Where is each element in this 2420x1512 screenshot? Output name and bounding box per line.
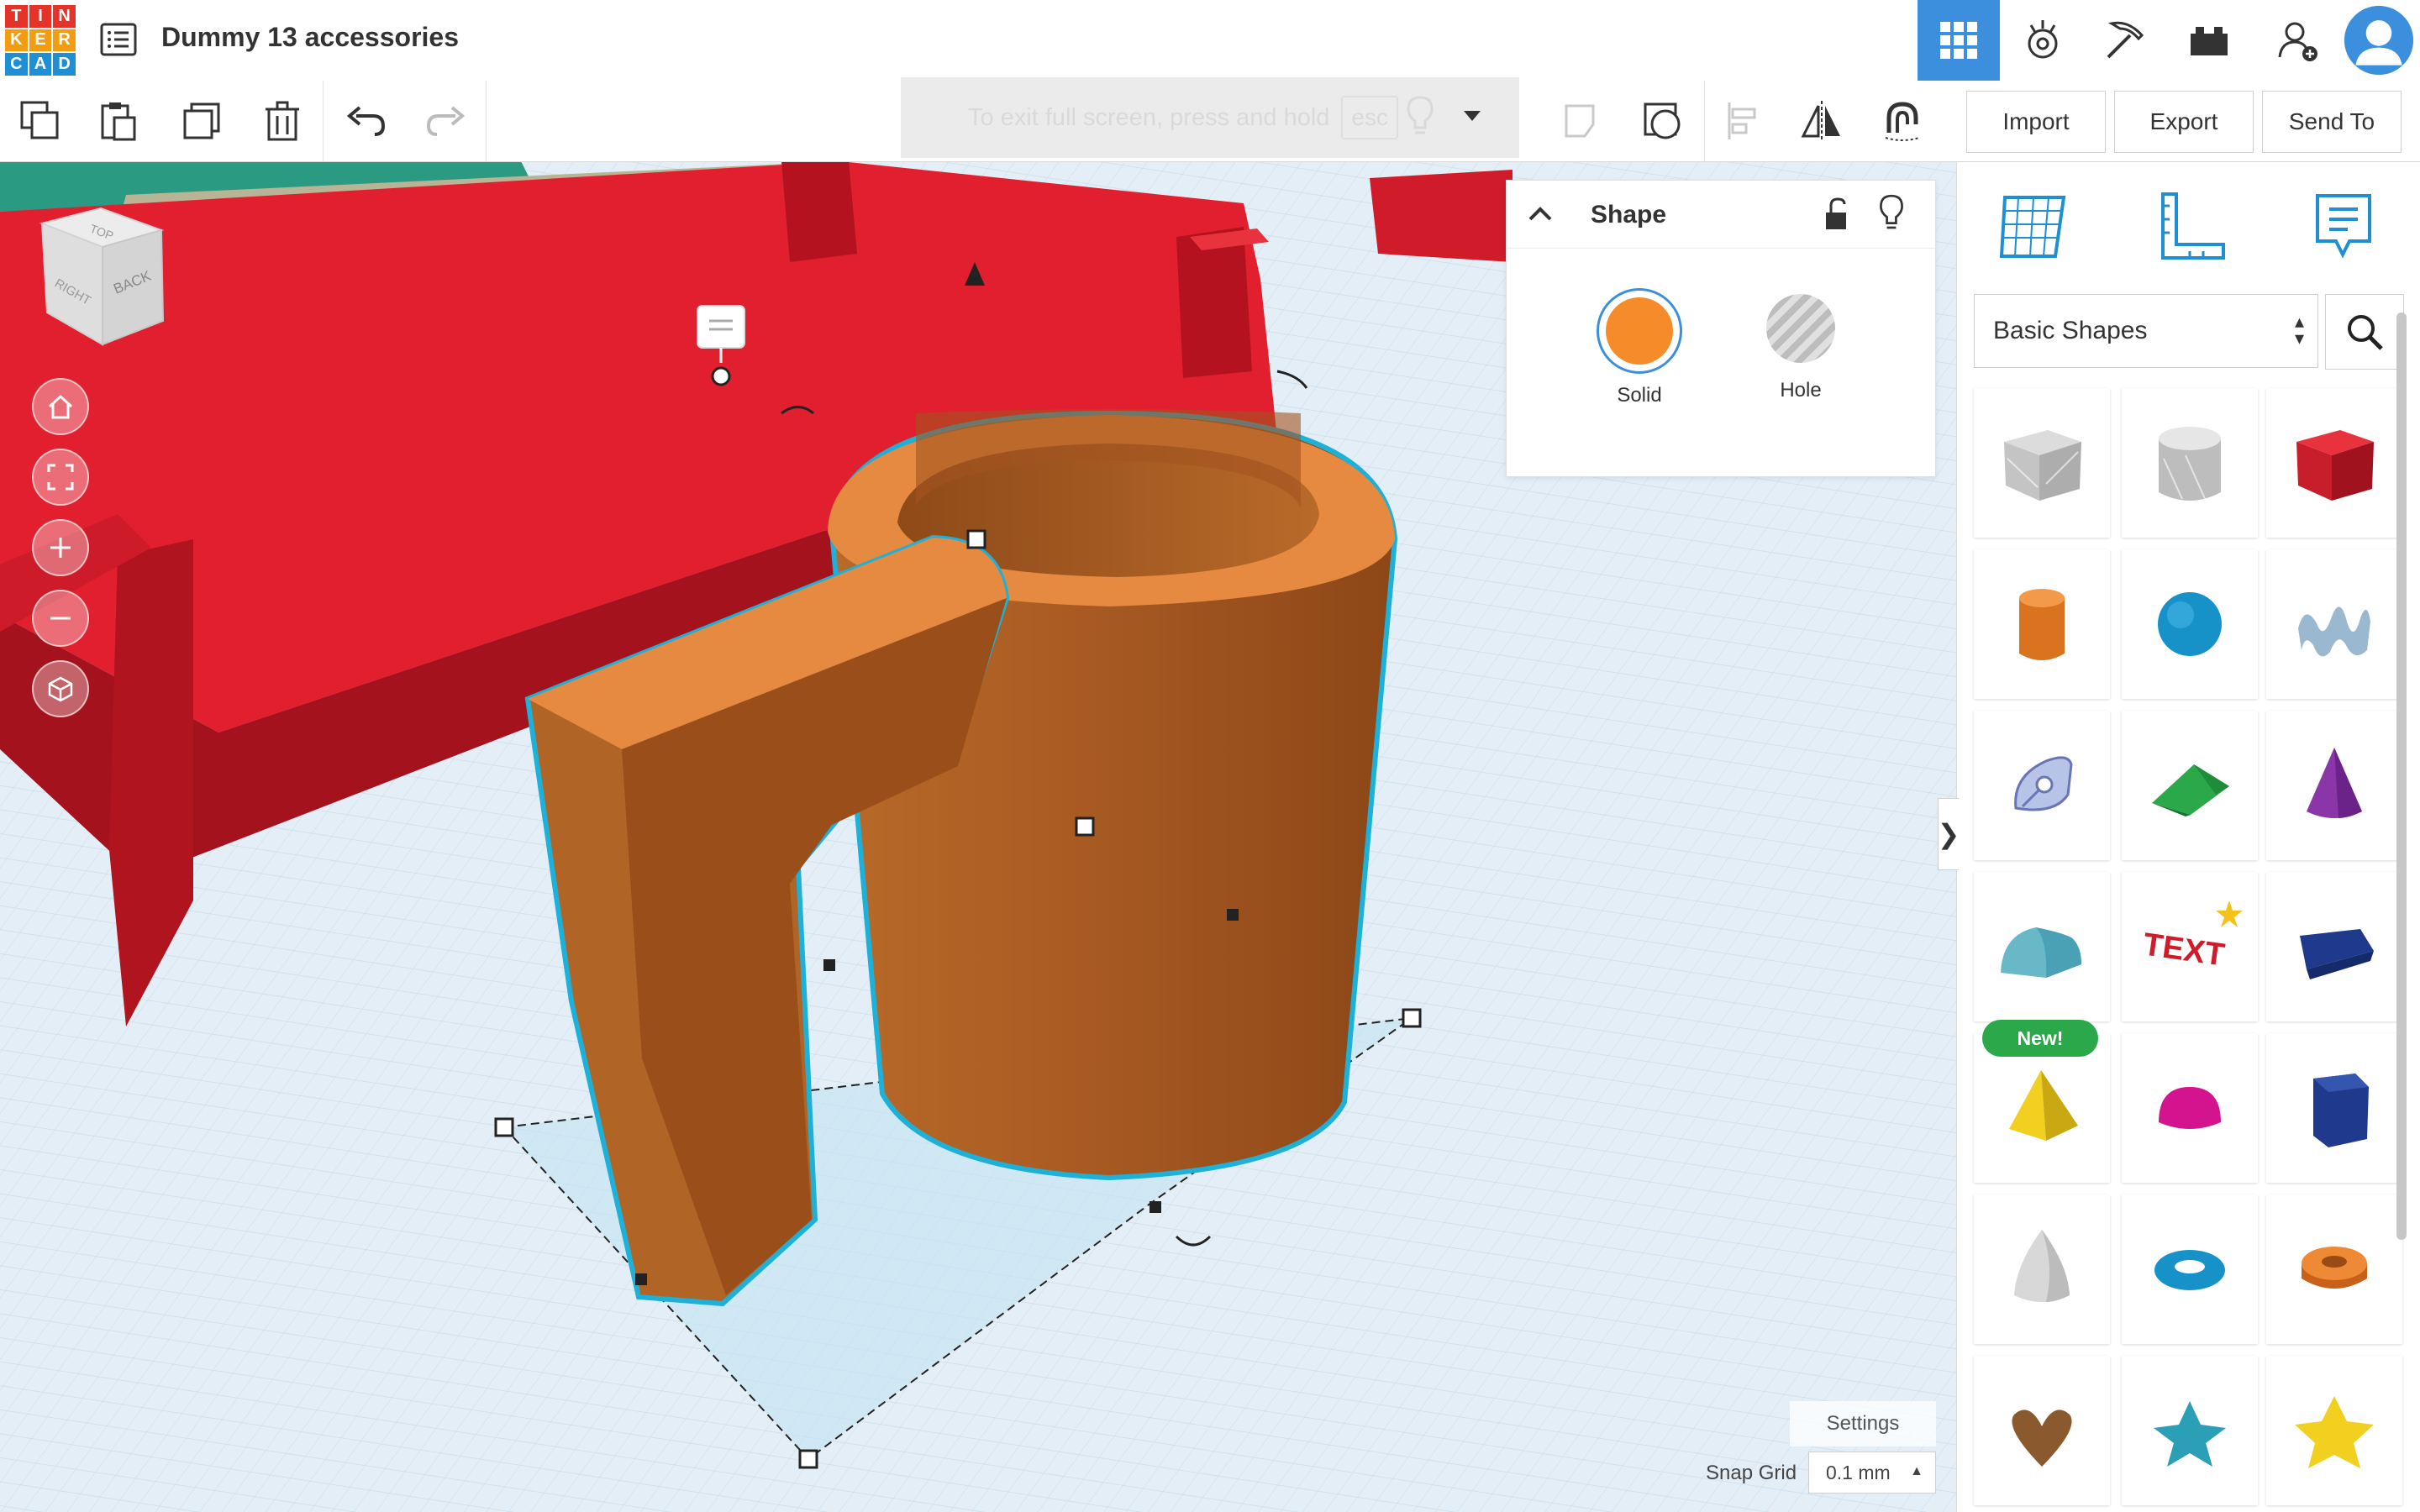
logo-letter: N	[53, 5, 76, 28]
shape-library-label: Basic Shapes	[1993, 317, 2148, 344]
logo-letter: R	[53, 29, 76, 52]
box-hole-icon[interactable]	[1974, 388, 2110, 538]
logo-letter: C	[5, 53, 28, 76]
cylinder-hole-icon[interactable]	[2122, 388, 2258, 538]
ruler-icon[interactable]	[2149, 185, 2233, 269]
paraboloid-icon[interactable]	[1974, 1194, 2110, 1344]
cone-icon[interactable]	[2266, 711, 2402, 860]
undo-icon[interactable]	[343, 97, 390, 144]
polygon-icon[interactable]	[2266, 1033, 2402, 1183]
import-button[interactable]: Import	[1966, 91, 2106, 153]
duplicate-icon[interactable]	[178, 97, 225, 144]
hole-swatch[interactable]	[1760, 288, 1841, 369]
wedge-icon[interactable]	[2266, 872, 2402, 1021]
magnet-icon[interactable]	[1879, 97, 1926, 144]
toolbar-divider	[486, 81, 487, 161]
fullscreen-exit-hint: To exit full screen, press and hold esc	[901, 77, 1519, 158]
toolbar-divider	[323, 81, 324, 161]
lightbulb-icon[interactable]	[1876, 192, 1907, 237]
home-view-icon[interactable]	[32, 378, 89, 435]
new-badge: New!	[1982, 1020, 2098, 1057]
shapes-panel: Basic Shapes ▴ ▾ TEXT New!	[1956, 161, 2420, 1512]
logo-letter: I	[29, 5, 52, 28]
star-icon[interactable]	[2266, 1356, 2402, 1505]
logo-letter: A	[29, 53, 52, 76]
collapse-panel-button[interactable]: ❯	[1937, 798, 1960, 870]
sphere-icon[interactable]	[2122, 549, 2258, 699]
shape-generator-icon[interactable]	[1974, 711, 2110, 860]
fullscreen-hint-text: To exit full screen, press and hold	[968, 103, 1330, 131]
bricks-icon[interactable]	[2168, 0, 2250, 81]
3d-design-grid-icon[interactable]	[1918, 0, 2000, 81]
star-shape-icon[interactable]	[2122, 1356, 2258, 1505]
tinkercad-logo[interactable]: T I N K E R C A D	[5, 5, 76, 76]
box-icon[interactable]	[2266, 388, 2402, 538]
design-list-icon[interactable]	[99, 20, 138, 59]
heart-icon[interactable]	[1974, 1356, 2110, 1505]
inspector-title: Shape	[1591, 201, 1667, 228]
settings-button[interactable]: Settings	[1790, 1401, 1936, 1446]
half-sphere-icon[interactable]	[2122, 1033, 2258, 1183]
user-avatar-icon[interactable]	[2338, 0, 2420, 81]
chevron-right-icon: ❯	[1937, 819, 1960, 849]
view-shape-icon[interactable]	[1639, 97, 1686, 144]
text-shape-label: TEXT	[2141, 927, 2227, 974]
text-icon[interactable]: TEXT	[2122, 872, 2258, 1021]
zoom-in-icon[interactable]	[32, 519, 89, 576]
hole-option[interactable]: Hole	[1750, 288, 1851, 402]
export-button[interactable]: Export	[2114, 91, 2254, 153]
inspector-header: Shape	[1507, 181, 1935, 249]
roof-icon[interactable]	[2122, 711, 2258, 860]
round-roof-icon[interactable]	[1974, 872, 2110, 1021]
paste-icon[interactable]	[94, 97, 141, 144]
fit-view-icon[interactable]	[32, 449, 89, 506]
hole-label: Hole	[1780, 379, 1822, 402]
align-icon[interactable]	[1721, 97, 1768, 144]
scribble-icon[interactable]	[2266, 549, 2402, 699]
search-icon[interactable]	[2325, 294, 2404, 370]
notes-icon[interactable]	[2302, 185, 2386, 269]
tube-icon[interactable]	[2266, 1194, 2402, 1344]
toolbar-divider	[1704, 81, 1705, 161]
redo-icon[interactable]	[422, 97, 469, 144]
solid-label: Solid	[1617, 384, 1662, 407]
mirror-icon[interactable]	[1798, 97, 1845, 144]
cylinder-icon[interactable]	[1974, 549, 2110, 699]
minecraft-pickaxe-icon[interactable]	[2084, 0, 2166, 81]
solid-color-swatch[interactable]	[1597, 288, 1682, 374]
snap-grid-value: 0.1 mm	[1826, 1461, 1891, 1483]
torus-icon[interactable]	[2122, 1194, 2258, 1344]
shapes-scrollbar[interactable]	[2396, 312, 2407, 1240]
logo-letter: D	[53, 53, 76, 76]
snap-grid-select[interactable]: 0.1 mm ▲	[1808, 1452, 1936, 1494]
workplane-icon[interactable]	[1992, 185, 2076, 269]
solid-option[interactable]: Solid	[1589, 288, 1690, 407]
fullscreen-esc-key: esc	[1341, 96, 1398, 139]
logo-letter: E	[29, 29, 52, 52]
logo-letter: K	[5, 29, 28, 52]
copy-icon[interactable]	[17, 97, 64, 144]
logo-letter: T	[5, 5, 28, 28]
send-to-button[interactable]: Send To	[2262, 91, 2402, 153]
sim-lab-icon[interactable]	[2002, 0, 2084, 81]
shape-inspector: Shape Solid Hole	[1506, 180, 1936, 477]
snap-grid-label: Snap Grid	[1706, 1462, 1797, 1484]
note-icon[interactable]	[1558, 97, 1605, 144]
chevron-up-icon[interactable]	[1525, 199, 1555, 234]
unlock-icon[interactable]	[1819, 196, 1853, 237]
lightbulb-icon[interactable]	[1403, 94, 1437, 142]
shape-library-select[interactable]: Basic Shapes ▴ ▾	[1974, 294, 2318, 368]
invite-user-icon[interactable]	[2257, 0, 2339, 81]
delete-icon[interactable]	[259, 97, 306, 144]
select-arrows-icon: ▴ ▾	[2294, 311, 2304, 349]
chevron-down-icon[interactable]	[1462, 108, 1482, 129]
ortho-view-icon[interactable]	[32, 660, 89, 717]
caret-up-icon: ▲	[1910, 1464, 1923, 1478]
zoom-out-icon[interactable]	[32, 590, 89, 647]
top-header: T I N K E R C A D Dummy 13 accessories	[0, 0, 2420, 81]
design-title[interactable]: Dummy 13 accessories	[161, 22, 459, 53]
